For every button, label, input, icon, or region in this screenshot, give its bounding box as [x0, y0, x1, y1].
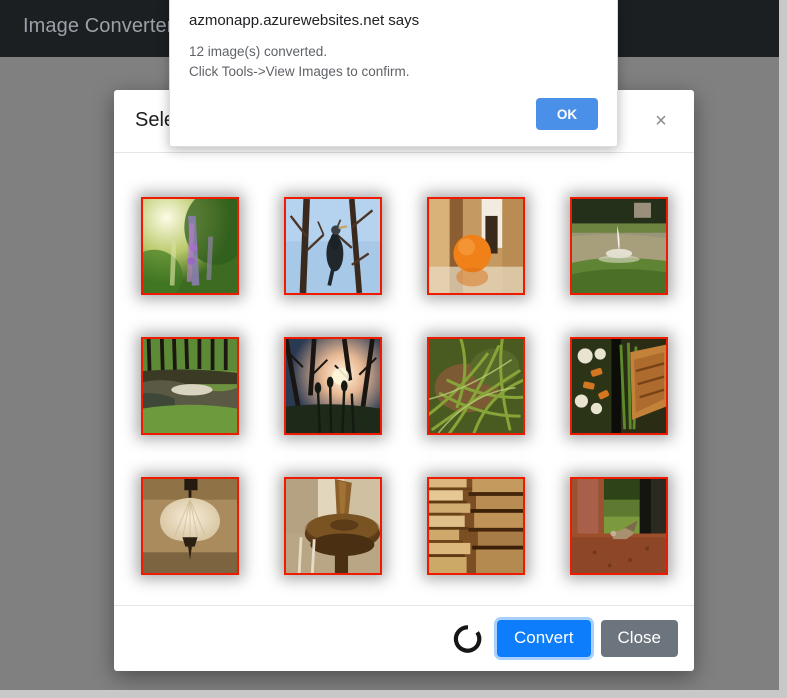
alert-origin-title: azmonapp.azurewebsites.net says — [189, 12, 420, 29]
thumbnail-cell — [404, 335, 547, 436]
orange-fruit-photo — [428, 198, 523, 293]
flowers-photo — [142, 198, 237, 293]
bird-on-ledge-photo — [571, 478, 666, 573]
thumbnail-image-2[interactable] — [283, 196, 382, 295]
alert-message-line-2: Click Tools->View Images to confirm. — [189, 64, 410, 79]
stacked-books-photo — [428, 478, 523, 573]
convert-button[interactable]: Convert — [497, 620, 591, 657]
thumbnail-image-4[interactable] — [569, 196, 668, 295]
bird-in-tree-photo — [285, 198, 380, 293]
thumbnail-cell — [118, 335, 261, 436]
thumbnail-image-12[interactable] — [569, 476, 668, 575]
sunset-trees-photo — [285, 338, 380, 433]
thumbnail-image-10[interactable] — [283, 476, 382, 575]
thumbnail-grid — [114, 195, 694, 576]
thumbnail-cell — [547, 335, 690, 436]
modal-body — [114, 153, 694, 605]
thumbnail-image-5[interactable] — [140, 336, 239, 435]
fountain-pond-photo — [571, 198, 666, 293]
thumbnail-cell — [547, 195, 690, 296]
thumbnail-cell — [261, 335, 404, 436]
grass-leaves-photo — [428, 338, 523, 433]
thumbnail-cell — [404, 195, 547, 296]
alert-message-line-1: 12 image(s) converted. — [189, 44, 328, 59]
modal-footer: Convert Close — [114, 605, 694, 671]
thumbnail-image-6[interactable] — [283, 336, 382, 435]
alert-ok-button[interactable]: OK — [536, 98, 598, 130]
thumbnail-image-7[interactable] — [426, 336, 525, 435]
browser-viewport: Image Converter Select Images × — [0, 0, 779, 690]
thumbnail-cell — [261, 195, 404, 296]
loading-spinner-icon — [453, 624, 482, 653]
thumbnail-cell — [547, 475, 690, 576]
thumbnail-image-3[interactable] — [426, 196, 525, 295]
thumbnail-cell — [118, 195, 261, 296]
thumbnail-image-9[interactable] — [140, 476, 239, 575]
food-plate-photo — [571, 338, 666, 433]
browser-alert-dialog: azmonapp.azurewebsites.net says 12 image… — [169, 0, 618, 147]
thumbnail-cell — [404, 475, 547, 576]
thumbnail-cell — [118, 475, 261, 576]
close-button[interactable]: Close — [600, 620, 678, 657]
wooden-chair-photo — [285, 478, 380, 573]
app-title: Image Converter — [23, 15, 174, 37]
thumbnail-cell — [261, 475, 404, 576]
forest-pond-photo — [142, 338, 237, 433]
thumbnail-image-8[interactable] — [569, 336, 668, 435]
select-images-modal: Select Images × — [114, 90, 694, 671]
close-icon[interactable]: × — [644, 104, 678, 138]
thumbnail-image-11[interactable] — [426, 476, 525, 575]
thumbnail-image-1[interactable] — [140, 196, 239, 295]
pendant-lamp-photo — [142, 478, 237, 573]
